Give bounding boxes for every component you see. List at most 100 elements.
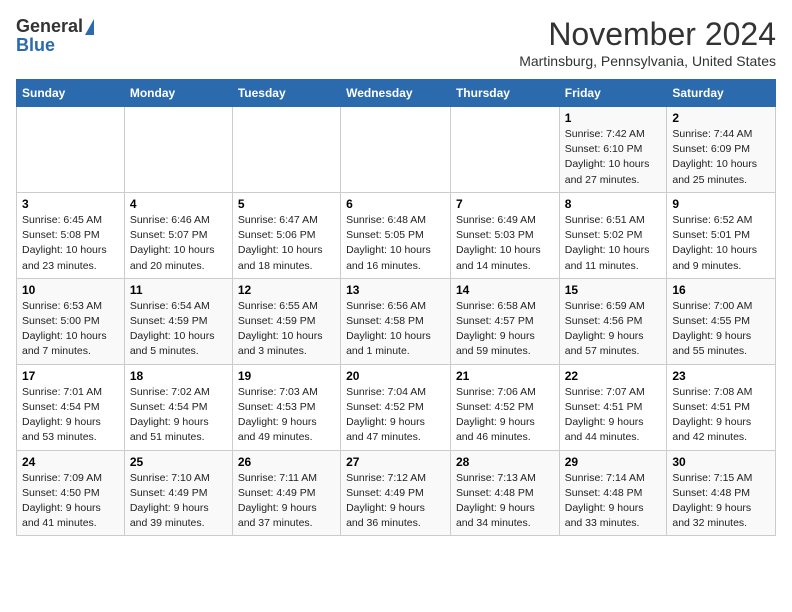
calendar-cell: 23 Sunrise: 7:08 AM Sunset: 4:51 PM Dayli… [667, 364, 776, 450]
calendar-cell: 5 Sunrise: 6:47 AM Sunset: 5:06 PM Daylig… [232, 192, 340, 278]
calendar-cell: 20 Sunrise: 7:04 AM Sunset: 4:52 PM Dayli… [341, 364, 451, 450]
calendar-cell: 3 Sunrise: 6:45 AM Sunset: 5:08 PM Daylig… [17, 192, 125, 278]
day-info: Sunrise: 6:51 AM Sunset: 5:02 PM Dayligh… [565, 213, 662, 274]
day-info: Sunrise: 7:09 AM Sunset: 4:50 PM Dayligh… [22, 471, 119, 532]
calendar-cell: 13 Sunrise: 6:56 AM Sunset: 4:58 PM Dayli… [341, 278, 451, 364]
logo: General Blue [16, 16, 94, 56]
day-number: 23 [672, 369, 770, 383]
month-title: November 2024 [519, 16, 776, 53]
calendar-cell: 1 Sunrise: 7:42 AM Sunset: 6:10 PM Daylig… [559, 107, 667, 193]
calendar-cell: 11 Sunrise: 6:54 AM Sunset: 4:59 PM Dayli… [124, 278, 232, 364]
calendar-cell: 8 Sunrise: 6:51 AM Sunset: 5:02 PM Daylig… [559, 192, 667, 278]
location: Martinsburg, Pennsylvania, United States [519, 53, 776, 69]
calendar-cell: 10 Sunrise: 6:53 AM Sunset: 5:00 PM Dayli… [17, 278, 125, 364]
day-number: 30 [672, 455, 770, 469]
calendar-cell: 7 Sunrise: 6:49 AM Sunset: 5:03 PM Daylig… [450, 192, 559, 278]
col-header-tuesday: Tuesday [232, 80, 340, 107]
day-info: Sunrise: 6:52 AM Sunset: 5:01 PM Dayligh… [672, 213, 770, 274]
day-info: Sunrise: 6:47 AM Sunset: 5:06 PM Dayligh… [238, 213, 335, 274]
day-number: 17 [22, 369, 119, 383]
calendar-table: SundayMondayTuesdayWednesdayThursdayFrid… [16, 79, 776, 536]
calendar-cell: 21Sunrise: 7:06 AM Sunset: 4:52 PM Dayli… [450, 364, 559, 450]
day-number: 28 [456, 455, 554, 469]
day-info: Sunrise: 7:00 AM Sunset: 4:55 PM Dayligh… [672, 299, 770, 360]
day-info: Sunrise: 7:12 AM Sunset: 4:49 PM Dayligh… [346, 471, 445, 532]
day-info: Sunrise: 6:58 AM Sunset: 4:57 PM Dayligh… [456, 299, 554, 360]
calendar-cell: 30 Sunrise: 7:15 AM Sunset: 4:48 PM Dayli… [667, 450, 776, 536]
day-number: 4 [130, 197, 227, 211]
logo-general: General [16, 16, 83, 37]
calendar-cell [17, 107, 125, 193]
calendar-cell: 14 Sunrise: 6:58 AM Sunset: 4:57 PM Dayli… [450, 278, 559, 364]
day-number: 26 [238, 455, 335, 469]
calendar-cell: 22Sunrise: 7:07 AM Sunset: 4:51 PM Dayli… [559, 364, 667, 450]
calendar-cell [450, 107, 559, 193]
page-header: General Blue November 2024 Martinsburg, … [16, 16, 776, 69]
day-number: 8 [565, 197, 662, 211]
day-info: Sunrise: 6:56 AM Sunset: 4:58 PM Dayligh… [346, 299, 445, 360]
day-number: 5 [238, 197, 335, 211]
day-info: Sunrise: 7:01 AM Sunset: 4:54 PM Dayligh… [22, 385, 119, 446]
day-number: 27 [346, 455, 445, 469]
day-info: Sunrise: 7:04 AM Sunset: 4:52 PM Dayligh… [346, 385, 445, 446]
day-number: 14 [456, 283, 554, 297]
day-info: Sunrise: 6:45 AM Sunset: 5:08 PM Dayligh… [22, 213, 119, 274]
day-number: 19 [238, 369, 335, 383]
day-info: Sunrise: 7:42 AM Sunset: 6:10 PM Dayligh… [565, 127, 662, 188]
col-header-saturday: Saturday [667, 80, 776, 107]
day-number: 16 [672, 283, 770, 297]
day-info: Sunrise: 7:15 AM Sunset: 4:48 PM Dayligh… [672, 471, 770, 532]
calendar-cell [341, 107, 451, 193]
calendar-cell: 17 Sunrise: 7:01 AM Sunset: 4:54 PM Dayli… [17, 364, 125, 450]
day-number: 13 [346, 283, 445, 297]
day-info: Sunrise: 6:54 AM Sunset: 4:59 PM Dayligh… [130, 299, 227, 360]
day-info: Sunrise: 6:59 AM Sunset: 4:56 PM Dayligh… [565, 299, 662, 360]
day-number: 12 [238, 283, 335, 297]
calendar-cell: 4 Sunrise: 6:46 AM Sunset: 5:07 PM Daylig… [124, 192, 232, 278]
calendar-cell: 16 Sunrise: 7:00 AM Sunset: 4:55 PM Dayli… [667, 278, 776, 364]
day-number: 25 [130, 455, 227, 469]
calendar-cell: 27 Sunrise: 7:12 AM Sunset: 4:49 PM Dayli… [341, 450, 451, 536]
day-number: 24 [22, 455, 119, 469]
col-header-friday: Friday [559, 80, 667, 107]
day-number: 3 [22, 197, 119, 211]
day-number: 29 [565, 455, 662, 469]
day-info: Sunrise: 7:11 AM Sunset: 4:49 PM Dayligh… [238, 471, 335, 532]
calendar-cell: 6 Sunrise: 6:48 AM Sunset: 5:05 PM Daylig… [341, 192, 451, 278]
day-info: Sunrise: 7:10 AM Sunset: 4:49 PM Dayligh… [130, 471, 227, 532]
day-info: Sunrise: 6:55 AM Sunset: 4:59 PM Dayligh… [238, 299, 335, 360]
day-info: Sunrise: 6:49 AM Sunset: 5:03 PM Dayligh… [456, 213, 554, 274]
calendar-cell: 9 Sunrise: 6:52 AM Sunset: 5:01 PM Daylig… [667, 192, 776, 278]
day-number: 11 [130, 283, 227, 297]
calendar-cell: 29 Sunrise: 7:14 AM Sunset: 4:48 PM Dayli… [559, 450, 667, 536]
calendar-cell [124, 107, 232, 193]
calendar-cell: 25 Sunrise: 7:10 AM Sunset: 4:49 PM Dayli… [124, 450, 232, 536]
calendar-cell: 12 Sunrise: 6:55 AM Sunset: 4:59 PM Dayli… [232, 278, 340, 364]
day-number: 18 [130, 369, 227, 383]
day-info: Sunrise: 7:06 AM Sunset: 4:52 PM Dayligh… [456, 385, 554, 446]
day-info: Sunrise: 6:53 AM Sunset: 5:00 PM Dayligh… [22, 299, 119, 360]
col-header-monday: Monday [124, 80, 232, 107]
col-header-thursday: Thursday [450, 80, 559, 107]
day-info: Sunrise: 6:46 AM Sunset: 5:07 PM Dayligh… [130, 213, 227, 274]
day-number: 2 [672, 111, 770, 125]
day-info: Sunrise: 7:14 AM Sunset: 4:48 PM Dayligh… [565, 471, 662, 532]
calendar-cell: 15Sunrise: 6:59 AM Sunset: 4:56 PM Dayli… [559, 278, 667, 364]
calendar-cell: 19Sunrise: 7:03 AM Sunset: 4:53 PM Dayli… [232, 364, 340, 450]
calendar-cell: 18Sunrise: 7:02 AM Sunset: 4:54 PM Dayli… [124, 364, 232, 450]
day-number: 6 [346, 197, 445, 211]
day-info: Sunrise: 7:13 AM Sunset: 4:48 PM Dayligh… [456, 471, 554, 532]
calendar-cell: 2Sunrise: 7:44 AM Sunset: 6:09 PM Daylig… [667, 107, 776, 193]
col-header-sunday: Sunday [17, 80, 125, 107]
day-number: 9 [672, 197, 770, 211]
day-info: Sunrise: 6:48 AM Sunset: 5:05 PM Dayligh… [346, 213, 445, 274]
day-number: 1 [565, 111, 662, 125]
col-header-wednesday: Wednesday [341, 80, 451, 107]
day-number: 20 [346, 369, 445, 383]
day-number: 7 [456, 197, 554, 211]
calendar-cell: 26 Sunrise: 7:11 AM Sunset: 4:49 PM Dayli… [232, 450, 340, 536]
day-info: Sunrise: 7:08 AM Sunset: 4:51 PM Dayligh… [672, 385, 770, 446]
day-number: 10 [22, 283, 119, 297]
day-number: 22 [565, 369, 662, 383]
title-block: November 2024 Martinsburg, Pennsylvania,… [519, 16, 776, 69]
